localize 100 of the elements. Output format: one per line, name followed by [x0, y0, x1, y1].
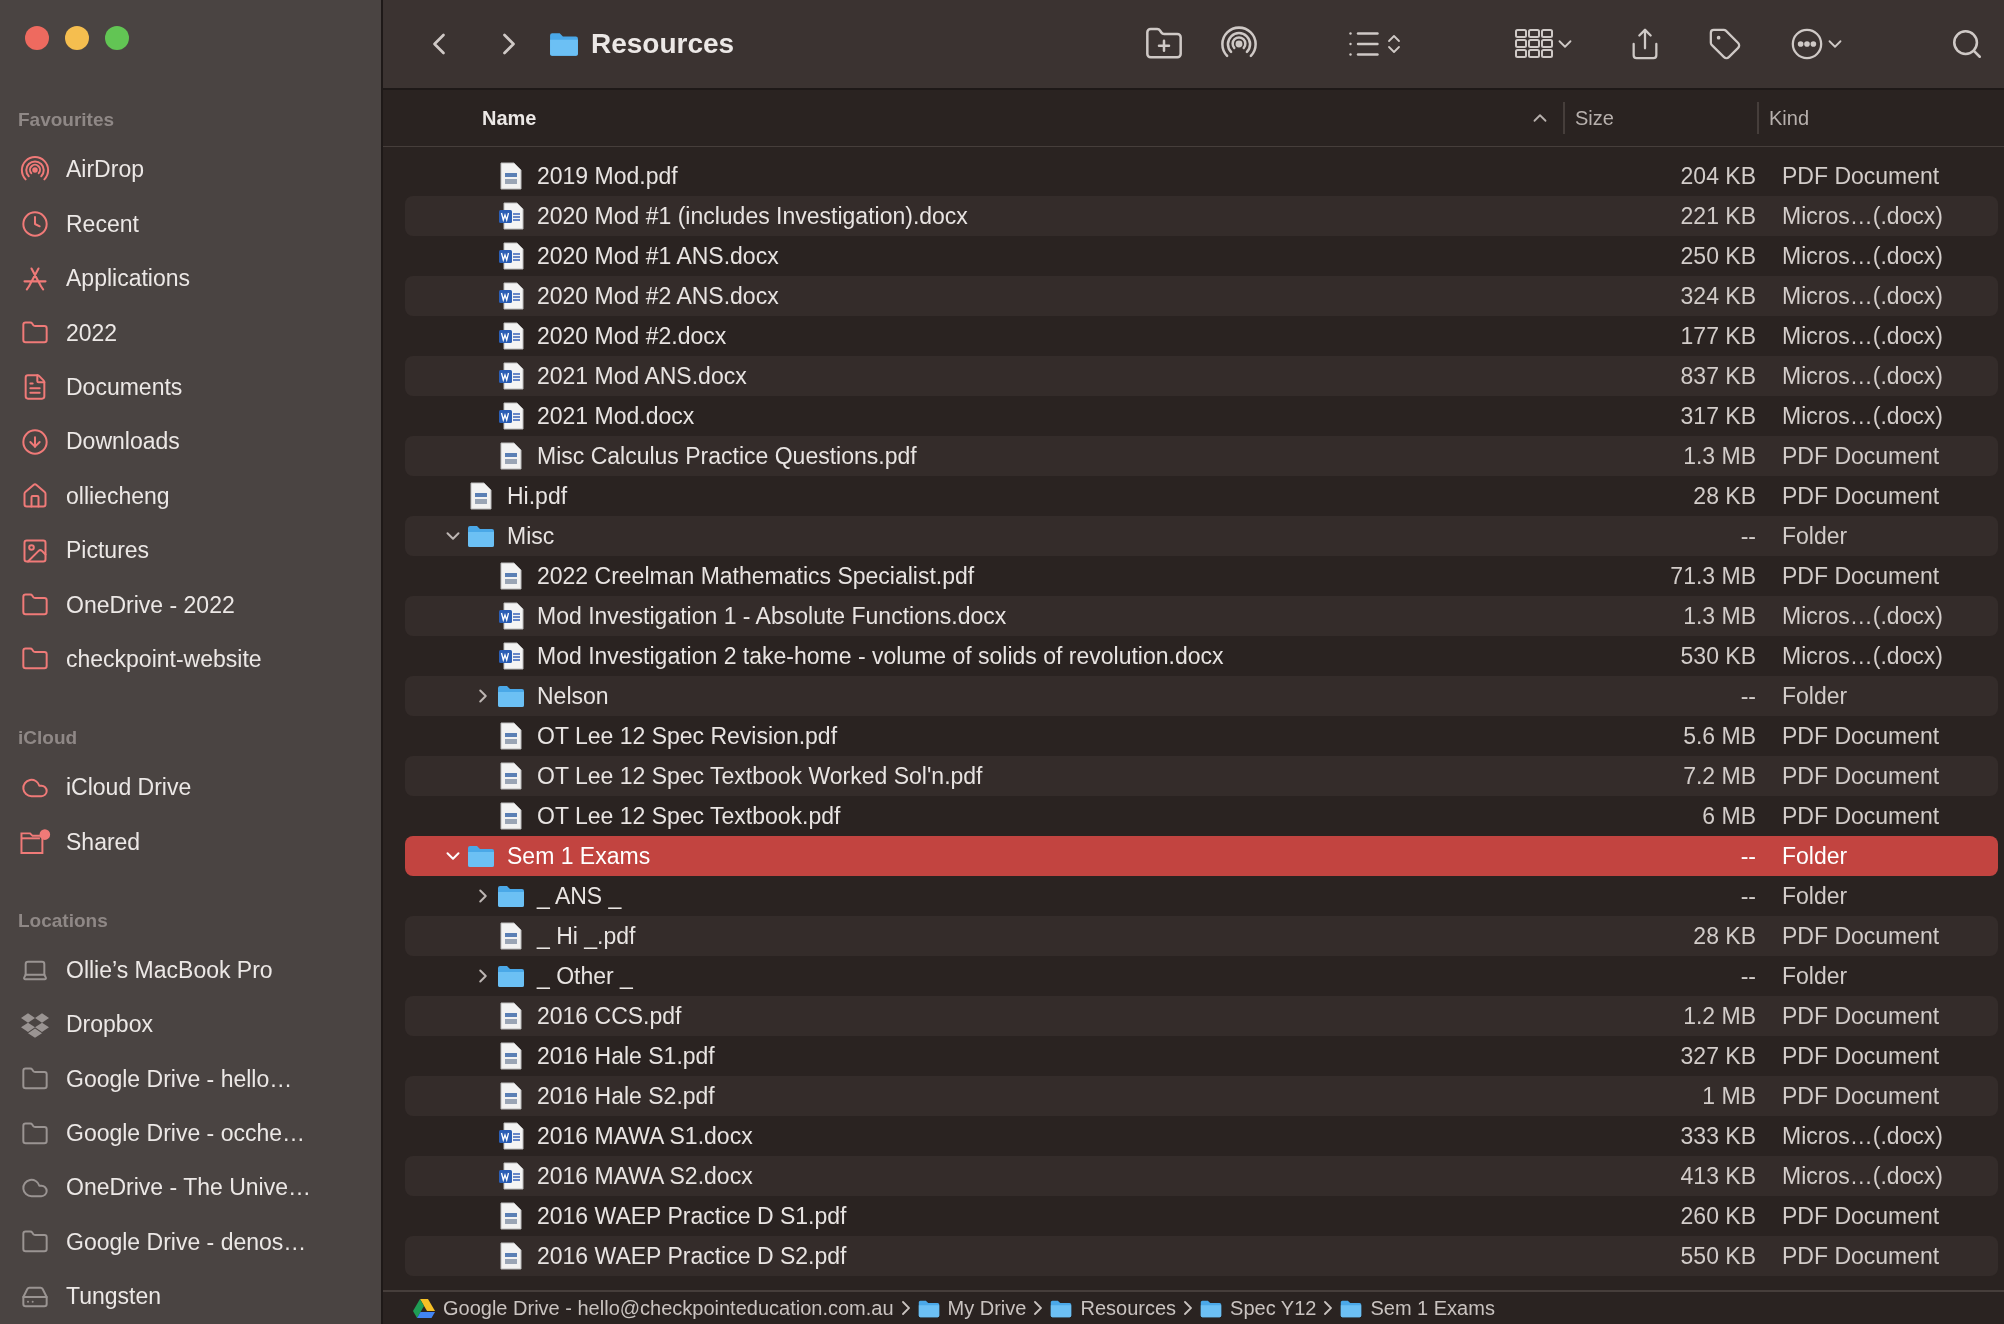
sidebar-item[interactable]: checkpoint-website [18, 632, 381, 687]
path-item[interactable]: Sem 1 Exams [1370, 1296, 1495, 1320]
column-header[interactable]: Name [472, 102, 1565, 134]
word-file-icon [498, 642, 524, 670]
sidebar-item[interactable]: Downloads [18, 414, 381, 469]
file-row[interactable]: 2020 Mod #1 ANS.docx 250 KB Micros…(.docx) [405, 236, 1998, 276]
file-kind: Micros…(.docx) [1781, 642, 1944, 670]
file-row[interactable]: OT Lee 12 Spec Textbook Worked Sol'n.pdf 7.2 MB PDF Document [405, 756, 1998, 796]
file-name: Misc Calculus Practice Questions.pdf [537, 442, 917, 470]
file-kind: PDF Document [1781, 1082, 1941, 1110]
sidebar-item[interactable]: Google Drive - hello… [18, 1051, 381, 1107]
sidebar-item[interactable]: Ollie’s MacBook Pro [18, 943, 381, 998]
file-kind: Micros…(.docx) [1781, 322, 1944, 350]
sidebar-item[interactable]: Pictures [18, 523, 381, 578]
file-name: 2020 Mod #2 ANS.docx [537, 282, 779, 310]
file-kind: PDF Document [1781, 1042, 1941, 1070]
search-icon [1950, 27, 1984, 61]
pdf-file-icon [500, 722, 522, 750]
sidebar-item[interactable]: Google Drive - denos… [18, 1215, 381, 1270]
file-row[interactable]: 2016 Hale S1.pdf 327 KB PDF Document [405, 1036, 1998, 1076]
path-item[interactable]: Google Drive - hello@checkpointeducation.com.au [443, 1296, 894, 1320]
file-row[interactable]: 2020 Mod #2.docx 177 KB Micros…(.docx) [405, 316, 1998, 356]
pdf-file-icon [500, 162, 522, 190]
file-name: _ Hi _.pdf [537, 922, 636, 950]
sidebar-item[interactable]: OneDrive - The Unive… [18, 1160, 381, 1216]
path-item[interactable]: My Drive [947, 1296, 1027, 1320]
file-kind: PDF Document [1781, 922, 1941, 950]
file-row[interactable]: 2016 MAWA S2.docx 413 KB Micros…(.docx) [405, 1156, 1998, 1196]
word-file-icon [498, 282, 524, 310]
file-row[interactable]: 2020 Mod #1 (includes Investigation).docx 221 KB Micros…(.docx) [405, 196, 1998, 236]
file-row[interactable]: 2020 Mod #2 ANS.docx 324 KB Micros…(.docx) [405, 276, 1998, 316]
file-name: 2016 MAWA S1.docx [537, 1122, 753, 1150]
file-row[interactable]: 2019 Mod.pdf 204 KB PDF Document [405, 156, 1998, 196]
folder-icon [1050, 1298, 1073, 1318]
file-size: 317 KB [1679, 402, 1757, 430]
file-row[interactable]: 2022 Creelman Mathematics Specialist.pdf 71.3 MB PDF Document [405, 556, 1998, 596]
word-file-icon [498, 242, 524, 270]
file-row[interactable]: Misc Calculus Practice Questions.pdf 1.3 MB PDF Document [405, 436, 1998, 476]
word-file-icon [498, 322, 524, 350]
sidebar-item[interactable]: AirDrop [18, 142, 381, 197]
pdf-file-icon [500, 1082, 522, 1110]
file-row[interactable]: 2016 MAWA S1.docx 333 KB Micros…(.docx) [405, 1116, 1998, 1156]
sidebar-item[interactable]: iCloud Drive [18, 760, 381, 815]
file-row[interactable]: 2021 Mod.docx 317 KB Micros…(.docx) [405, 396, 1998, 436]
file-name: Mod Investigation 1 - Absolute Functions.docx [537, 602, 1007, 630]
path-item[interactable]: Spec Y12 [1230, 1296, 1317, 1320]
word-file-icon [498, 402, 524, 430]
minimize-button[interactable] [65, 26, 89, 50]
close-button[interactable] [25, 26, 49, 50]
file-row[interactable]: _ ANS _ -- Folder [405, 876, 1998, 916]
file-row[interactable]: Misc -- Folder [405, 516, 1998, 556]
path-item[interactable]: Resources [1080, 1296, 1177, 1320]
file-row[interactable]: Nelson -- Folder [405, 676, 1998, 716]
sidebar-item[interactable]: OneDrive - 2022 [18, 577, 381, 633]
file-row[interactable]: 2016 WAEP Practice D S2.pdf 550 KB PDF Document [405, 1236, 1998, 1276]
search-button[interactable] [1950, 27, 1984, 61]
pdf-file-icon [500, 1042, 522, 1070]
window-title: Resources [591, 28, 735, 60]
pdf-file-icon [500, 922, 522, 950]
sidebar-item[interactable]: 2022 [18, 305, 381, 361]
file-name: OT Lee 12 Spec Textbook Worked Sol'n.pdf [537, 762, 983, 790]
column-header[interactable]: Size [1565, 102, 1759, 134]
file-row[interactable]: Mod Investigation 2 take-home - volume of solids of revolution.docx 530 KB Micros…(.docx) [405, 636, 1998, 676]
file-kind: PDF Document [1781, 442, 1941, 470]
file-name: 2019 Mod.pdf [537, 162, 678, 190]
sidebar-item[interactable]: Applications [18, 251, 381, 306]
file-size: 333 KB [1679, 1122, 1757, 1150]
file-size: 1.2 MB [1682, 1002, 1757, 1030]
file-row[interactable]: OT Lee 12 Spec Textbook.pdf 6 MB PDF Document [405, 796, 1998, 836]
sidebar-item[interactable]: Dropbox [18, 997, 381, 1052]
zoom-button[interactable] [105, 26, 129, 50]
file-row[interactable]: 2016 CCS.pdf 1.2 MB PDF Document [405, 996, 1998, 1036]
file-row[interactable]: _ Hi _.pdf 28 KB PDF Document [405, 916, 1998, 956]
column-header[interactable]: Kind [1759, 102, 2004, 134]
file-row[interactable]: Hi.pdf 28 KB PDF Document [405, 476, 1998, 516]
file-name: 2016 Hale S2.pdf [537, 1082, 715, 1110]
file-size: 28 KB [1692, 922, 1757, 950]
file-size: 5.6 MB [1682, 722, 1757, 750]
sidebar-item[interactable]: Google Drive - ocche… [18, 1106, 381, 1161]
sidebar-item[interactable]: olliecheng [18, 469, 381, 524]
file-row[interactable]: _ Other _ -- Folder [405, 956, 1998, 996]
sidebar-item[interactable]: Recent [18, 197, 381, 252]
pdf-file-icon [500, 1002, 522, 1030]
pdf-file-icon [500, 1242, 522, 1270]
sidebar-item[interactable]: Shared [18, 814, 381, 870]
sidebar-item[interactable]: Documents [18, 360, 381, 415]
file-row[interactable]: 2016 WAEP Practice D S1.pdf 260 KB PDF Document [405, 1196, 1998, 1236]
file-name: Sem 1 Exams [507, 842, 651, 870]
file-row[interactable]: Sem 1 Exams -- Folder [405, 836, 1998, 876]
file-row[interactable]: 2021 Mod ANS.docx 837 KB Micros…(.docx) [405, 356, 1998, 396]
file-row[interactable]: OT Lee 12 Spec Revision.pdf 5.6 MB PDF Document [405, 716, 1998, 756]
sidebar-item[interactable]: Tungsten [18, 1269, 381, 1324]
file-row[interactable]: 2016 Hale S2.pdf 1 MB PDF Document [405, 1076, 1998, 1116]
sidebar-section-title: Favourites [18, 108, 116, 133]
tag-button[interactable] [1708, 27, 1742, 61]
file-size: 71.3 MB [1669, 562, 1757, 590]
file-name: 2022 Creelman Mathematics Specialist.pdf [537, 562, 975, 590]
file-kind: Folder [1781, 842, 1849, 870]
file-row[interactable]: Mod Investigation 1 - Absolute Functions.docx 1.3 MB Micros…(.docx) [405, 596, 1998, 636]
file-size: -- [1739, 962, 1757, 990]
